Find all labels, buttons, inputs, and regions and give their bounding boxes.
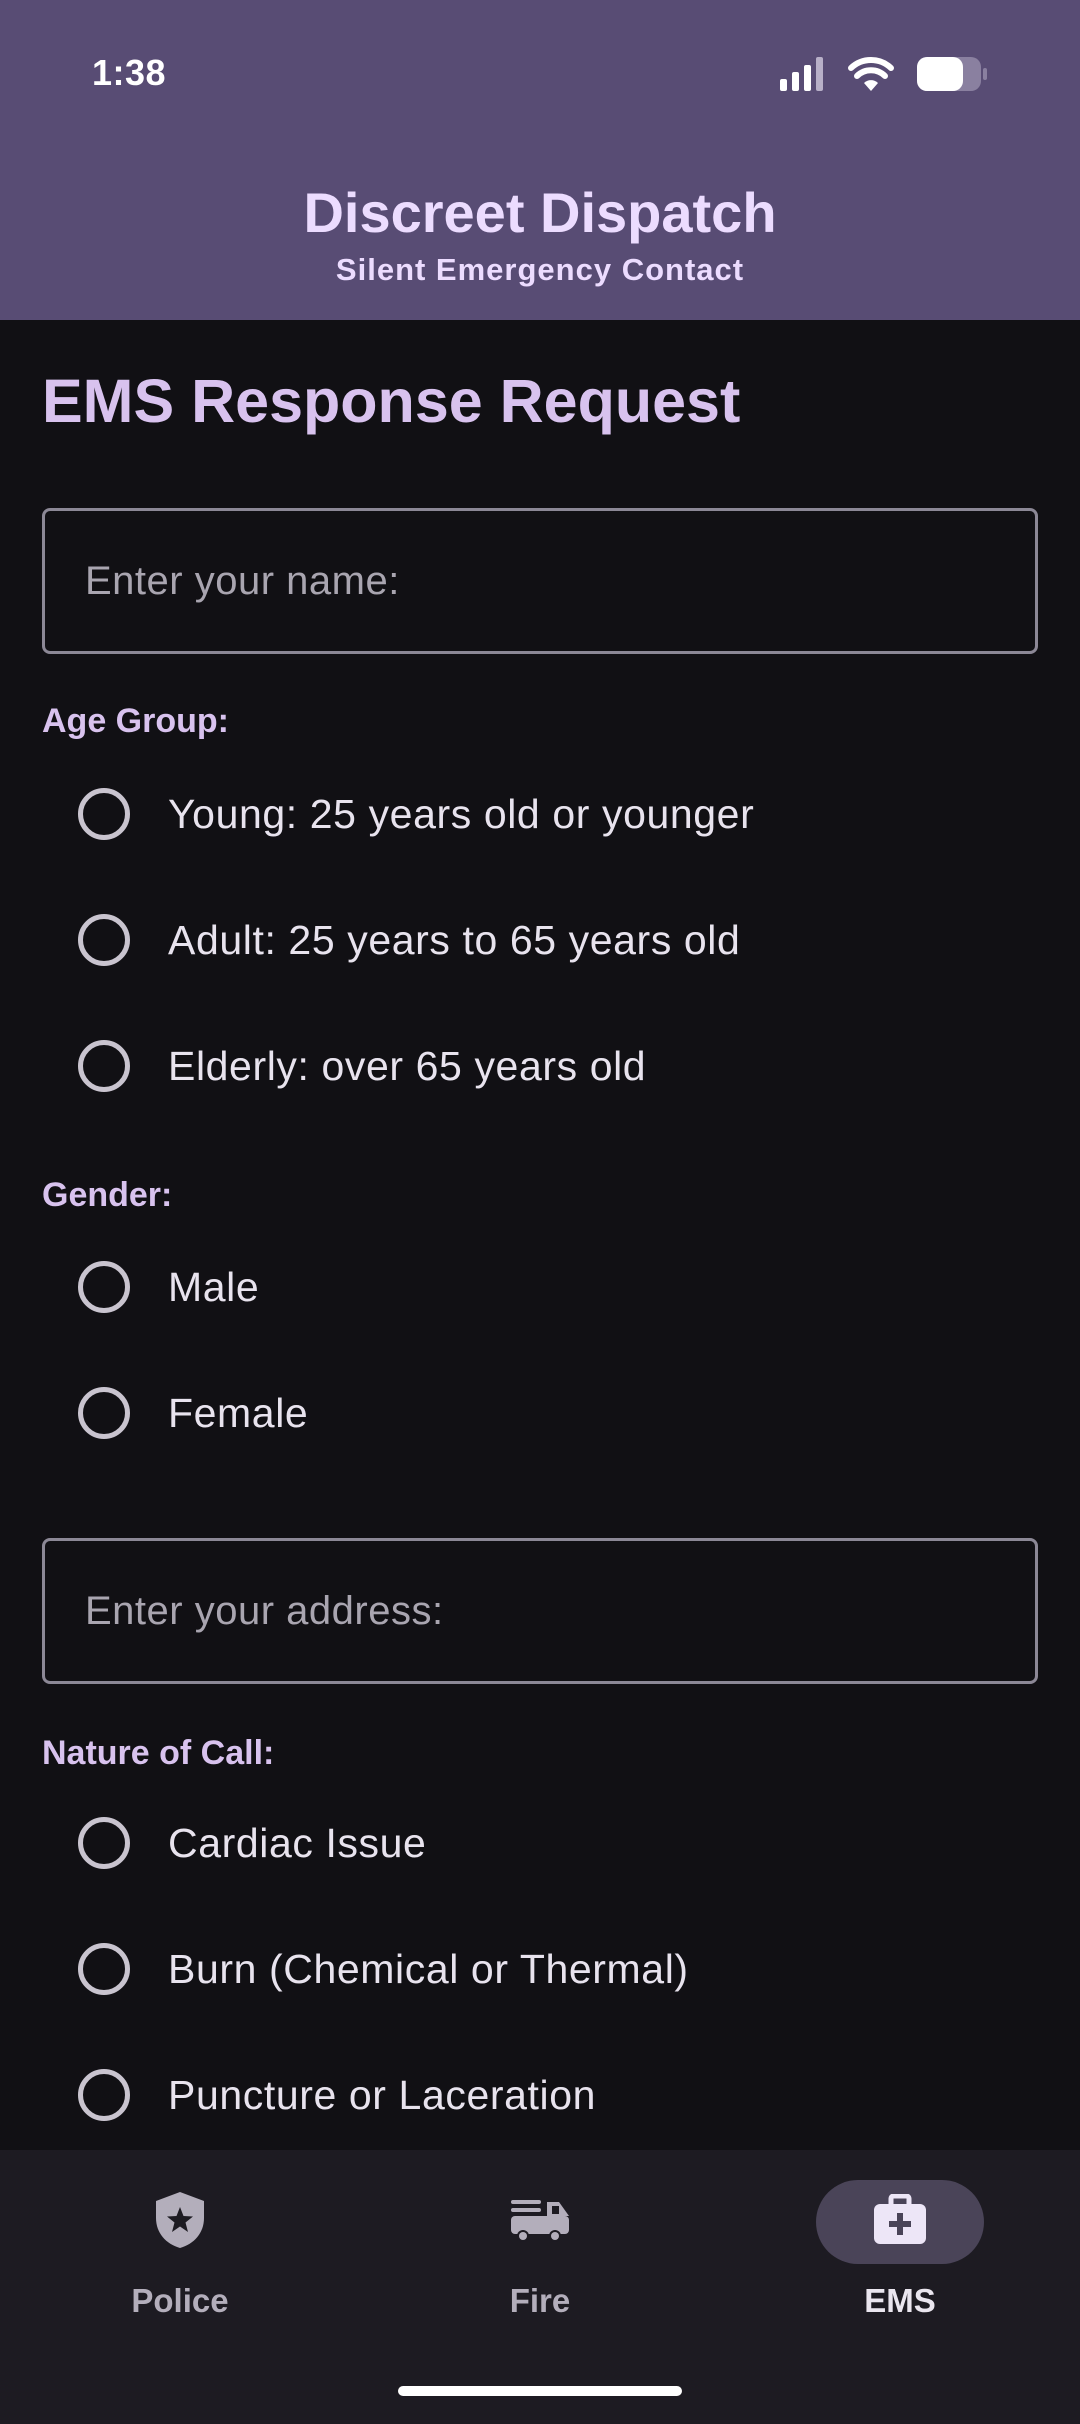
gender-option-female[interactable]: Female [78, 1373, 308, 1453]
radio-button[interactable] [78, 788, 130, 840]
bottom-navigation: Police Fire EMS [0, 2150, 1080, 2424]
name-field-placeholder: Enter your name: [85, 558, 400, 603]
call-option-puncture[interactable]: Puncture or Laceration [78, 2055, 596, 2135]
nav-label-police: Police [131, 2282, 229, 2319]
shield-star-icon [154, 2190, 206, 2255]
radio-button[interactable] [78, 1261, 130, 1313]
address-field-placeholder: Enter your address: [85, 1588, 444, 1633]
fire-truck-icon [509, 2196, 571, 2249]
app-title: Discreet Dispatch [303, 181, 777, 244]
page-title: EMS Response Request [42, 367, 741, 435]
radio-label: Adult: 25 years to 65 years old [168, 916, 741, 963]
radio-button[interactable] [78, 1040, 130, 1092]
medical-bag-icon [872, 2193, 928, 2251]
screen: 1:38 Discreet Dispatch Silent Emergency … [0, 0, 1080, 2424]
nav-label-fire: Fire [509, 2282, 571, 2319]
radio-button[interactable] [78, 1387, 130, 1439]
app-subtitle: Silent Emergency Contact [335, 252, 745, 287]
nav-item-ems[interactable]: EMS [720, 2180, 1080, 2360]
nav-pill-active [816, 2180, 984, 2264]
nav-item-fire[interactable]: Fire [360, 2180, 720, 2360]
radio-label: Cardiac Issue [168, 1819, 427, 1866]
radio-button[interactable] [78, 2069, 130, 2121]
radio-button[interactable] [78, 1817, 130, 1869]
nav-pill [456, 2180, 624, 2264]
age-option-young[interactable]: Young: 25 years old or younger [78, 774, 754, 854]
age-option-elderly[interactable]: Elderly: over 65 years old [78, 1026, 646, 1106]
nav-item-police[interactable]: Police [0, 2180, 360, 2360]
address-field[interactable]: Enter your address: [42, 1538, 1038, 1684]
age-group-label: Age Group: [42, 702, 229, 740]
radio-label: Elderly: over 65 years old [168, 1042, 647, 1089]
signal-icon [780, 57, 826, 96]
radio-label: Young: 25 years old or younger [168, 790, 755, 837]
radio-button[interactable] [78, 1943, 130, 1995]
nature-of-call-label: Nature of Call: [42, 1734, 275, 1772]
gender-option-male[interactable]: Male [78, 1247, 259, 1327]
status-time: 1:38 [92, 52, 167, 93]
battery-icon [916, 56, 988, 97]
age-option-adult[interactable]: Adult: 25 years to 65 years old [78, 900, 740, 980]
nav-pill [96, 2180, 264, 2264]
wifi-icon [848, 57, 894, 96]
radio-label: Puncture or Laceration [168, 2071, 597, 2118]
app-header: 1:38 Discreet Dispatch Silent Emergency … [0, 0, 1080, 320]
radio-label: Male [168, 1263, 260, 1310]
radio-label: Female [168, 1389, 309, 1436]
radio-button[interactable] [78, 914, 130, 966]
call-option-burn[interactable]: Burn (Chemical or Thermal) [78, 1929, 689, 2009]
name-field[interactable]: Enter your name: [42, 508, 1038, 654]
call-option-cardiac[interactable]: Cardiac Issue [78, 1803, 426, 1883]
radio-label: Burn (Chemical or Thermal) [168, 1945, 689, 1992]
status-icons [780, 56, 988, 97]
home-indicator[interactable] [398, 2386, 682, 2396]
gender-label: Gender: [42, 1176, 173, 1214]
nav-label-ems: EMS [864, 2282, 936, 2319]
